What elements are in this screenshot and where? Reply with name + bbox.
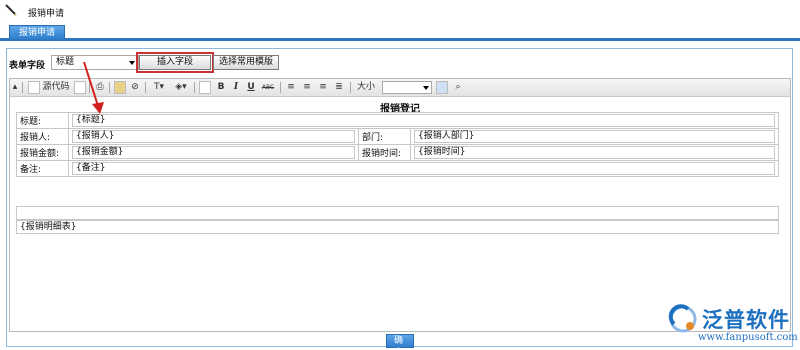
font-size-select[interactable]: [382, 81, 432, 94]
editor-toolbar: ▴ 源代码 ⎙ ⊘ T▾ ◈▾ B I U ABC ≡ ≡ ≡ ≣ 大小 ⌕: [10, 79, 790, 97]
form-label-department: 部门:: [358, 128, 411, 145]
fanpu-watermark: 泛普软件 www.fanpusoft.com: [668, 302, 798, 348]
flash-icon[interactable]: ⊘: [129, 81, 141, 94]
form-value-title[interactable]: {标题}: [68, 112, 779, 129]
blank-row: [16, 206, 779, 220]
align-justify-icon[interactable]: ≣: [333, 81, 345, 94]
detail-table-placeholder[interactable]: {报销明细表}: [16, 220, 779, 234]
text-color-icon[interactable]: T▾: [150, 81, 168, 94]
strikethrough-button[interactable]: ABC: [260, 81, 276, 94]
chevron-down-icon: [423, 86, 429, 90]
table-icon[interactable]: [199, 81, 211, 94]
form-label-time: 报销时间:: [358, 144, 411, 161]
italic-button[interactable]: I: [230, 81, 242, 94]
align-center-icon[interactable]: ≡: [301, 81, 313, 94]
annotation-arrow-icon: [83, 61, 104, 114]
chevron-down-icon: [129, 61, 135, 65]
underline-button[interactable]: U: [245, 81, 257, 94]
toolbar-separator: [22, 82, 23, 93]
toolbar-separator: [280, 82, 281, 93]
font-size-label: 大小: [356, 82, 375, 92]
confirm-button[interactable]: 确 定: [386, 334, 414, 350]
table-row: 标题: {标题}: [16, 112, 779, 129]
form-table: 标题: {标题} 报销人: {报销人} 部门: {报销人部门} 报销金额: {报…: [16, 112, 779, 177]
toolbar-separator: [350, 82, 351, 93]
watermark-name: 泛普软件: [702, 308, 790, 332]
source-code-icon[interactable]: [28, 81, 40, 94]
rich-text-editor[interactable]: ▴ 源代码 ⎙ ⊘ T▾ ◈▾ B I U ABC ≡ ≡ ≡ ≣ 大小 ⌕ 报…: [9, 78, 791, 332]
form-label-title: 标题:: [16, 112, 69, 129]
form-label-remark: 备注:: [16, 160, 69, 177]
table-row: 备注: {备注}: [16, 160, 779, 177]
toolbar-collapse-icon[interactable]: ▴: [12, 81, 18, 94]
form-value-remark[interactable]: {备注}: [68, 160, 779, 177]
form-field-label: 表单字段: [9, 61, 46, 71]
form-label-amount: 报销金额:: [16, 144, 69, 161]
toolbar-separator: [194, 82, 195, 93]
select-template-button[interactable]: 选择常用模版: [213, 55, 279, 70]
toolbar-separator: [145, 82, 146, 93]
source-code-button[interactable]: 源代码: [41, 81, 71, 94]
form-label-applicant: 报销人:: [16, 128, 69, 145]
form-value-department[interactable]: {报销人部门}: [410, 128, 779, 145]
insert-field-button[interactable]: 插入字段: [136, 52, 214, 73]
preview-icon[interactable]: [436, 81, 448, 94]
form-field-select-value: 标题: [56, 57, 75, 67]
align-left-icon[interactable]: ≡: [285, 81, 297, 94]
form-value-time[interactable]: {报销时间}: [410, 144, 779, 161]
table-row: 报销人: {报销人} 部门: {报销人部门}: [16, 128, 779, 145]
watermark-url: www.fanpusoft.com: [698, 332, 798, 343]
fanpu-logo-icon: [668, 304, 697, 333]
edit-pen-icon: [5, 4, 17, 16]
image-icon[interactable]: [114, 81, 126, 94]
form-value-amount[interactable]: {报销金额}: [68, 144, 359, 161]
tab-reimbursement-request[interactable]: 报销申请: [9, 25, 66, 39]
background-color-icon[interactable]: ◈▾: [172, 81, 190, 94]
window-titlebar: 报销申请: [0, 0, 800, 22]
zoom-icon[interactable]: ⌕: [452, 81, 464, 94]
form-field-row: 表单字段 标题 插入字段 选择常用模版: [7, 52, 792, 73]
table-row: 报销金额: {报销金额} 报销时间: {报销时间}: [16, 144, 779, 161]
bold-button[interactable]: B: [215, 81, 227, 94]
tab-bar: 报销申请: [0, 25, 800, 41]
window-title: 报销申请: [28, 9, 65, 19]
align-right-icon[interactable]: ≡: [317, 81, 329, 94]
form-value-applicant[interactable]: {报销人}: [68, 128, 359, 145]
